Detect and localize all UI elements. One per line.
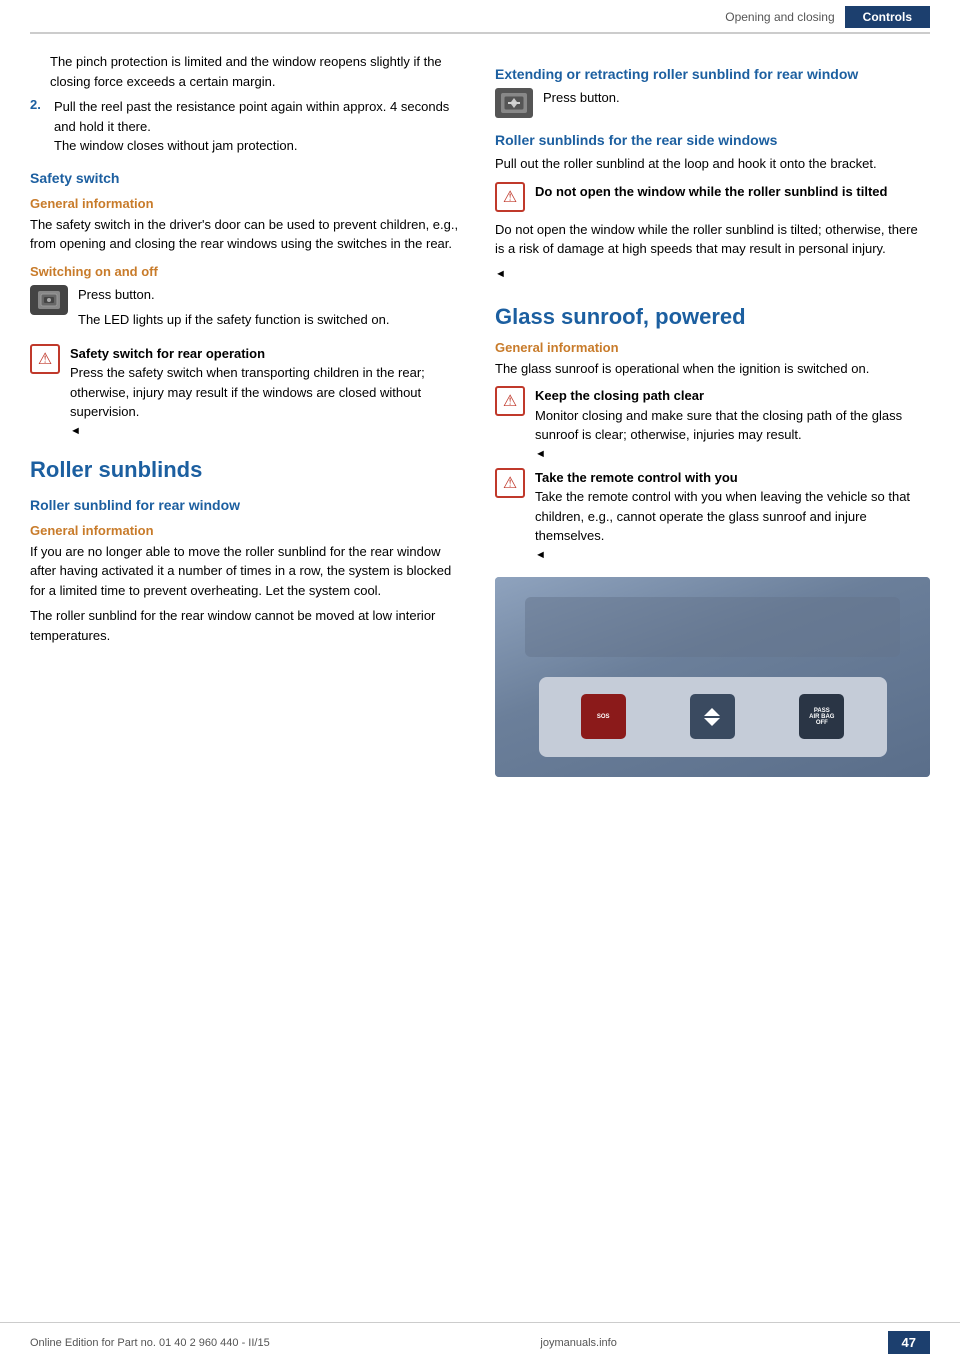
press-button-text-1: Press button.: [78, 285, 389, 305]
warning2-body: Do not open the window while the roller …: [495, 220, 930, 259]
warning1-title: Safety switch for rear operation: [70, 344, 465, 364]
switching-on-off-label: Switching on and off: [30, 264, 465, 279]
extending-title: Extending or retracting roller sunblind …: [495, 66, 930, 82]
button-icon-inner: [38, 291, 60, 309]
left-column: The pinch protection is limited and the …: [30, 52, 465, 777]
warning-icon-4: [495, 468, 525, 498]
back-arrow-3: ◄: [535, 448, 546, 460]
page-footer: Online Edition for Part no. 01 40 2 960 …: [0, 1322, 960, 1362]
warning-icon-1: [30, 344, 60, 374]
roller-side-body: Pull out the roller sunblind at the loop…: [495, 154, 930, 174]
item2-text2: The window closes without jam protection…: [54, 136, 465, 156]
warning4-title: Take the remote control with you: [535, 468, 930, 488]
roller-sunblinds-title: Roller sunblinds: [30, 457, 465, 483]
glass-body: The glass sunroof is operational when th…: [495, 359, 930, 379]
back-arrow-4: ◄: [535, 549, 546, 561]
roller-body1: If you are no longer able to move the ro…: [30, 542, 465, 601]
warning2-title: Do not open the window while the roller …: [535, 182, 887, 202]
warning3-body: Monitor closing and make sure that the c…: [535, 406, 930, 445]
main-content: The pinch protection is limited and the …: [0, 34, 960, 777]
header-controls-label: Controls: [845, 6, 930, 28]
arrow-up-icon: [704, 708, 720, 716]
car-airbag-button: PASSAIR BAGOFF: [799, 694, 844, 739]
numbered-item-2: 2. Pull the reel past the resistance poi…: [30, 97, 465, 156]
footer-website: joymanuals.info: [540, 1337, 616, 1349]
header-opening-label: Opening and closing: [725, 10, 834, 24]
arrow-down-icon: [704, 718, 720, 726]
glass-sunroof-title: Glass sunroof, powered: [495, 304, 930, 330]
roller-body2: The roller sunblind for the rear window …: [30, 606, 465, 645]
press-button-row-1: Press button. The LED lights up if the s…: [30, 285, 465, 336]
warning-box-2: Do not open the window while the roller …: [495, 182, 930, 212]
back-arrow-1: ◄: [70, 425, 81, 437]
car-controls-panel: SOS PASSAIR BAGOFF: [539, 677, 887, 757]
sunblind-icon-inner: [501, 93, 527, 113]
general-info-label-2: General information: [30, 523, 465, 538]
safety-switch-title: Safety switch: [30, 170, 465, 186]
general-info-label-1: General information: [30, 196, 465, 211]
warning1-body: Press the safety switch when transportin…: [70, 363, 465, 422]
footer-online-edition: Online Edition for Part no. 01 40 2 960 …: [30, 1337, 270, 1349]
car-interior-image: SOS PASSAIR BAGOFF: [495, 577, 930, 777]
safety-switch-body: The safety switch in the driver's door c…: [30, 215, 465, 254]
safety-switch-button-icon: [30, 285, 68, 315]
sunblind-button-icon: [495, 88, 533, 118]
warning-box-1: Safety switch for rear operation Press t…: [30, 344, 465, 437]
warning3-title: Keep the closing path clear: [535, 386, 930, 406]
warning-icon-2: [495, 182, 525, 212]
car-sos-button: SOS: [581, 694, 626, 739]
warning-box-4: Take the remote control with you Take th…: [495, 468, 930, 561]
footer-page-number: 47: [888, 1331, 930, 1354]
roller-rear-window-label: Roller sunblind for rear window: [30, 497, 465, 513]
intro-text-1: The pinch protection is limited and the …: [50, 52, 465, 91]
warning-icon-3: [495, 386, 525, 416]
back-arrow-2: ◄: [495, 268, 506, 280]
item-number-2: 2.: [30, 97, 46, 156]
warning4-body: Take the remote control with you when le…: [535, 487, 930, 546]
car-sunroof-button: [690, 694, 735, 739]
roller-side-title: Roller sunblinds for the rear side windo…: [495, 132, 930, 148]
press-button-text-2: Press button.: [543, 88, 620, 108]
general-info-label-3: General information: [495, 340, 930, 355]
right-column: Extending or retracting roller sunblind …: [495, 52, 930, 777]
press-button-row-2: Press button.: [495, 88, 930, 118]
page-header: Opening and closing Controls: [30, 0, 930, 34]
warning-box-3: Keep the closing path clear Monitor clos…: [495, 386, 930, 460]
led-text: The LED lights up if the safety function…: [78, 310, 389, 330]
item2-text1: Pull the reel past the resistance point …: [54, 97, 465, 136]
